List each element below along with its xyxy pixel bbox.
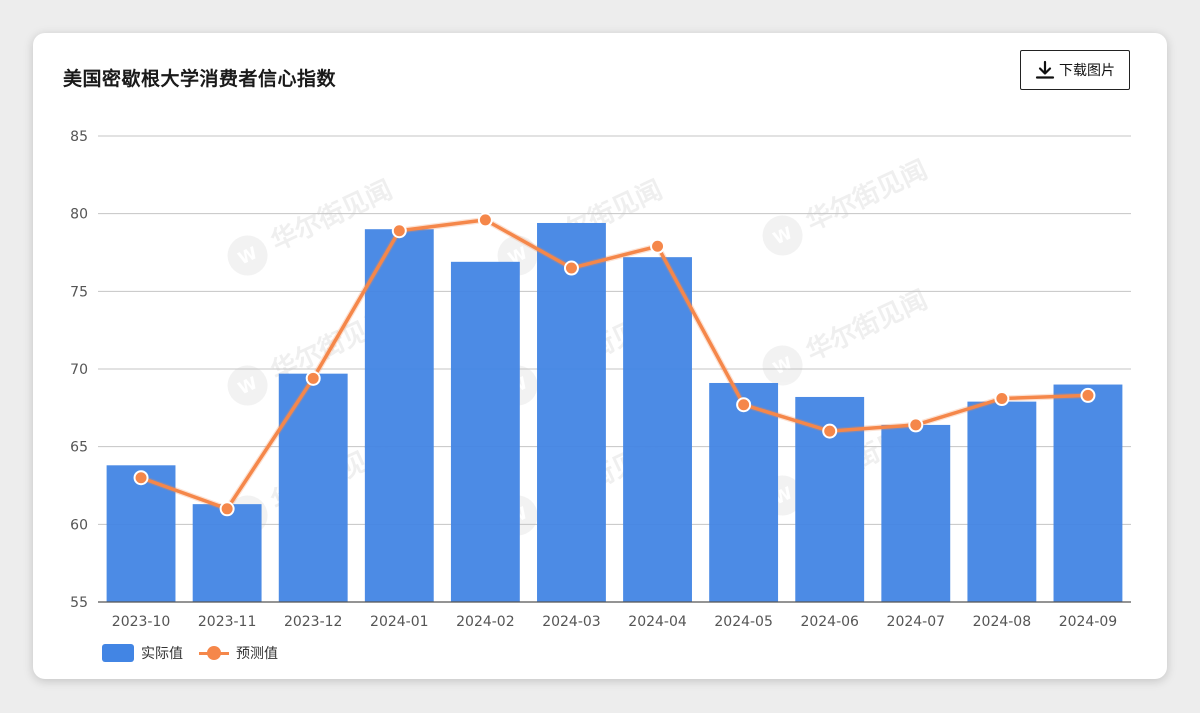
bar — [537, 222, 606, 602]
y-tick-label: 65 — [70, 440, 88, 456]
line-point — [219, 501, 235, 517]
x-tick-label: 2023-10 — [112, 614, 171, 630]
line-point — [908, 417, 924, 433]
watermark: W华尔街见闻 — [762, 284, 932, 386]
x-tick-label: 2024-05 — [714, 614, 773, 630]
bar — [709, 382, 779, 602]
line-point — [1080, 387, 1096, 403]
y-tick-label: 75 — [70, 284, 88, 300]
line-point — [133, 470, 149, 486]
chart-card: 美国密歇根大学消费者信心指数 下载图片 W 华尔街见闻 W 华尔街见闻 W 华尔街见闻 W 华… — [33, 33, 1167, 679]
legend-bar-swatch — [102, 644, 134, 662]
bar — [967, 401, 1037, 602]
line-point — [563, 260, 579, 276]
y-tick-label: 85 — [70, 129, 88, 145]
bar — [278, 373, 348, 602]
bar-series — [106, 222, 1123, 602]
line-point — [994, 391, 1010, 407]
x-tick-label: 2024-03 — [542, 614, 601, 630]
watermark-text: 华尔街见闻 — [801, 284, 932, 367]
watermark: W华尔街见闻 — [762, 154, 932, 256]
bar — [364, 229, 434, 602]
x-tick-label: 2024-02 — [456, 614, 515, 630]
bar — [1053, 384, 1123, 602]
y-tick-label: 80 — [70, 207, 88, 223]
y-tick-label: 55 — [70, 595, 88, 611]
bar — [192, 504, 262, 602]
legend-label-actual: 实际值 — [141, 646, 183, 662]
line-point — [650, 238, 666, 254]
line-point — [391, 223, 407, 239]
x-tick-label: 2024-07 — [887, 614, 946, 630]
bar — [881, 424, 951, 602]
x-tick-label: 2024-04 — [628, 614, 687, 630]
x-tick-label: 2023-11 — [198, 614, 257, 630]
chart-plot: W华尔街见闻W华尔街见闻W华尔街见闻W华尔街见闻W华尔街见闻W华尔街见闻W华尔街… — [70, 129, 1131, 630]
legend-line-swatch — [199, 644, 229, 662]
legend: 实际值 预测值 — [102, 643, 294, 663]
x-tick-label: 2024-09 — [1059, 614, 1118, 630]
x-tick-label: 2024-01 — [370, 614, 429, 630]
bar — [623, 257, 692, 602]
x-tick-label: 2024-06 — [800, 614, 859, 630]
legend-label-forecast: 预测值 — [236, 646, 278, 662]
line-point — [305, 370, 321, 386]
x-tick-label: 2024-08 — [973, 614, 1032, 630]
bar — [450, 261, 520, 602]
legend-item-actual[interactable]: 实际值 — [102, 643, 183, 663]
line-point — [736, 397, 752, 413]
line-point — [477, 212, 493, 228]
y-tick-label: 60 — [70, 517, 88, 533]
x-tick-label: 2023-12 — [284, 614, 343, 630]
y-tick-label: 70 — [70, 362, 88, 378]
legend-item-forecast[interactable]: 预测值 — [199, 643, 278, 663]
watermark-text: 华尔街见闻 — [801, 154, 932, 237]
line-point — [822, 423, 838, 439]
